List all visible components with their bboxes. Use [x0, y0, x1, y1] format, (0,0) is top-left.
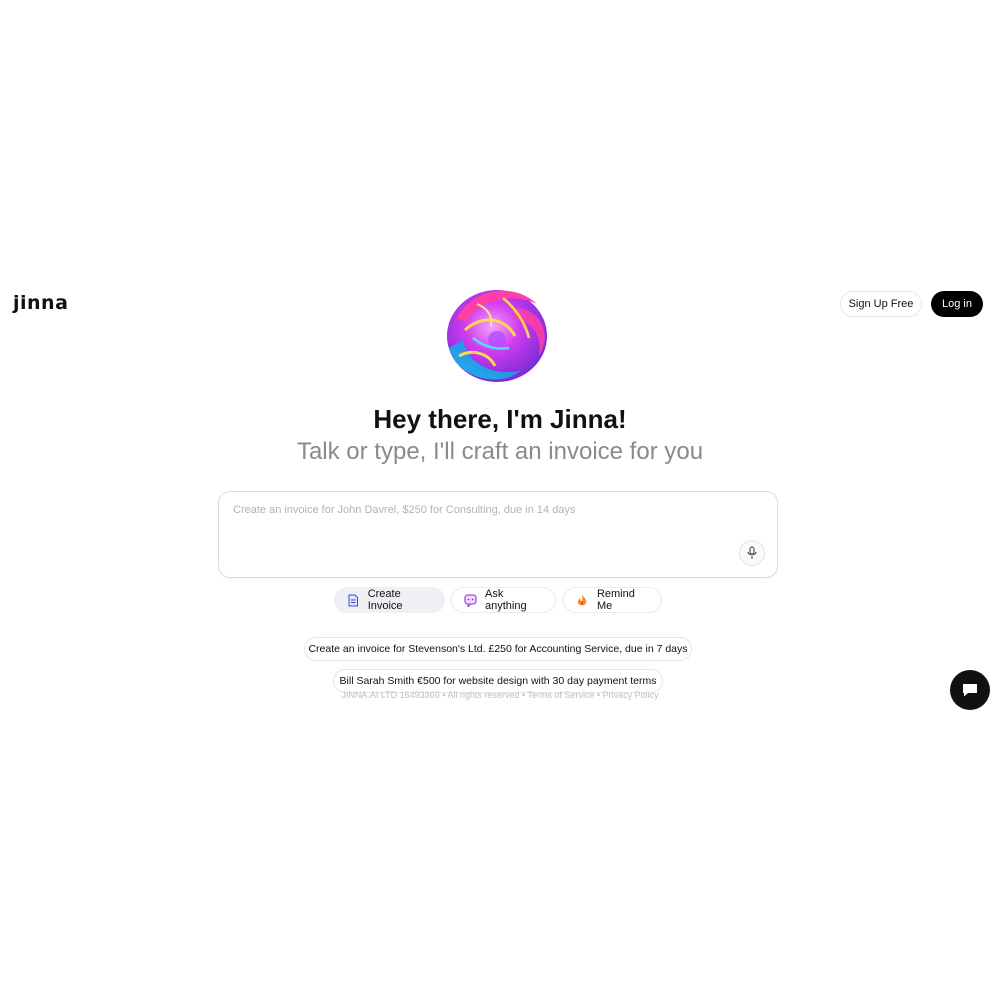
footer: JINNA.AI LTD 16493360 • All rights reser… — [0, 690, 1000, 700]
hero-title: Hey there, I'm Jinna! — [373, 404, 627, 434]
terms-of-service-link[interactable]: Terms of Service — [527, 690, 594, 700]
mode-create-invoice[interactable]: Create Invoice — [334, 587, 445, 613]
sign-up-free-button[interactable]: Sign Up Free — [840, 291, 922, 317]
logo-text: jinna — [13, 292, 69, 314]
document-icon — [347, 593, 360, 607]
microphone-button[interactable] — [739, 540, 765, 566]
chat-launcher-button[interactable] — [950, 670, 990, 710]
sign-up-label: Sign Up Free — [848, 298, 914, 310]
footer-rights: All rights reserved — [447, 690, 520, 700]
hero-subtitle: Talk or type, I'll craft an invoice for … — [296, 438, 704, 465]
footer-company: JINNA.AI LTD 16493360 — [341, 690, 440, 700]
jinna-orb-avatar — [443, 278, 555, 386]
prompt-input[interactable] — [231, 502, 735, 546]
footer-separator: • — [442, 690, 446, 700]
suggestion-chip[interactable]: Create an invoice for Stevenson's Ltd. £… — [304, 637, 692, 661]
mode-label: Create Invoice — [367, 588, 403, 612]
mode-label: Ask anything — [485, 588, 527, 612]
flame-icon — [576, 593, 589, 607]
prompt-box — [218, 491, 778, 578]
mode-remind-me[interactable]: Remind Me — [563, 587, 662, 613]
privacy-policy-link[interactable]: Privacy Policy — [603, 690, 659, 700]
log-in-label: Log in — [942, 298, 972, 310]
mode-label: Remind Me — [596, 588, 635, 612]
footer-separator: • — [596, 690, 601, 700]
suggestion-text: Bill Sarah Smith €500 for website design… — [339, 675, 657, 687]
log-in-button[interactable]: Log in — [931, 291, 983, 317]
mode-ask-anything[interactable]: Ask anything — [451, 587, 556, 613]
chat-bubble-icon — [464, 593, 477, 607]
chat-icon — [963, 684, 977, 697]
jinna-logo[interactable]: jinna — [13, 292, 79, 314]
microphone-icon — [747, 546, 757, 559]
suggestion-text: Create an invoice for Stevenson's Ltd. £… — [308, 643, 688, 655]
footer-separator: • — [521, 690, 526, 700]
